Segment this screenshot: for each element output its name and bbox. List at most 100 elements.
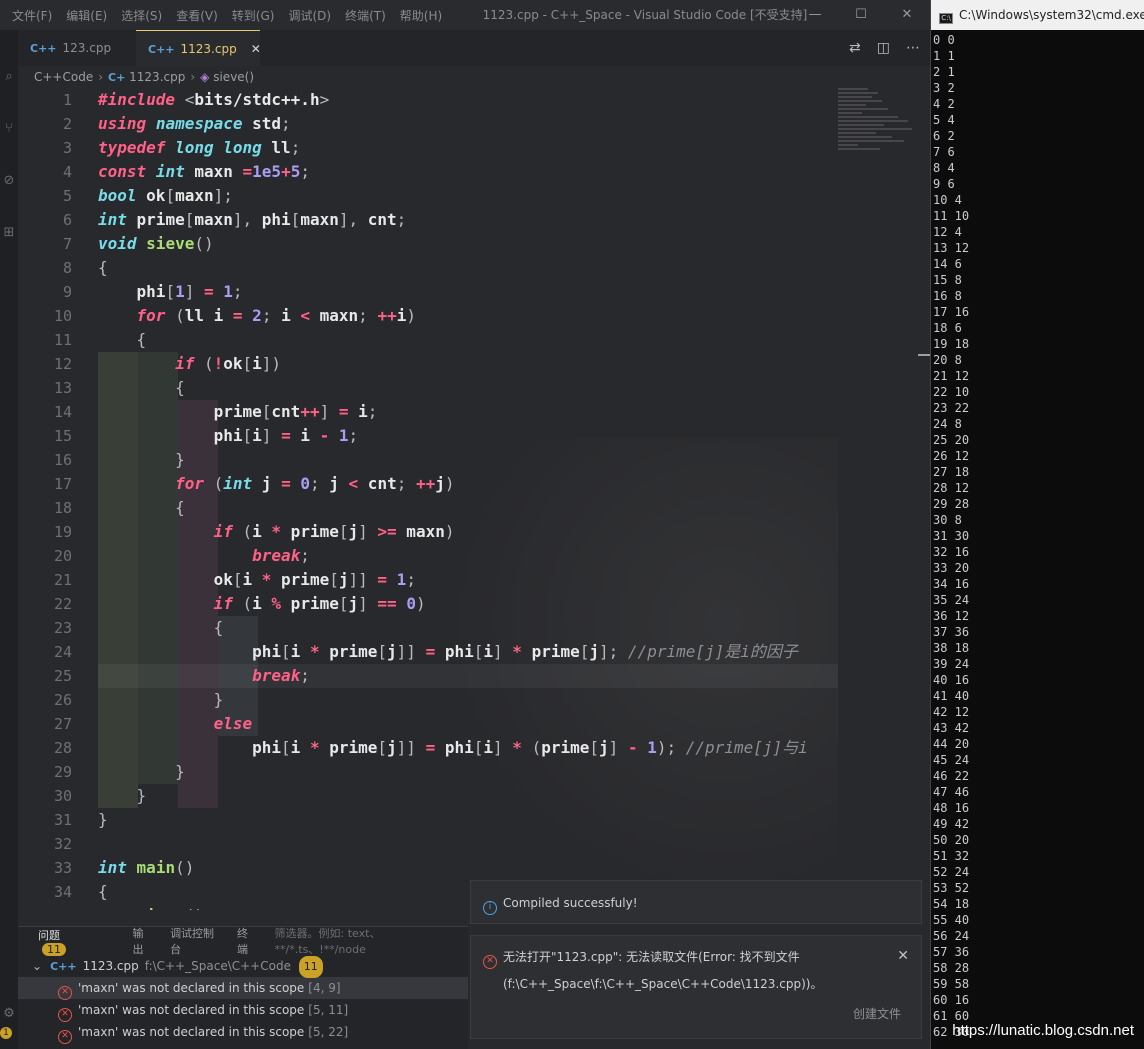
code-line[interactable]: 21 ok[i * prime[j]] = 1;	[18, 568, 838, 592]
menu-file[interactable]: 文件(F)	[12, 7, 52, 24]
tab-close-icon[interactable]: ✕	[251, 42, 261, 56]
cmd-output-line: 53 52	[933, 881, 970, 895]
problems-file-path: f:\C++_Space\C++Code	[144, 959, 291, 973]
menu-bar: 文件(F) 编辑(E) 选择(S) 查看(V) 转到(G) 调试(D) 终端(T…	[12, 0, 456, 30]
problem-item[interactable]: ✕ 'maxn' was not declared in this scope [5…	[18, 1021, 468, 1044]
cmd-output-line: 35 24	[933, 593, 970, 607]
close-icon[interactable]: ✕	[884, 0, 930, 30]
tab-debug-console[interactable]: 调试控制台	[170, 925, 219, 957]
code-line[interactable]: 29 }	[18, 760, 838, 784]
cmd-output-line: 60 16	[933, 993, 970, 1007]
cmd-output[interactable]: 0 0 1 1 2 1 3 2 4 2 5 4 6 2 7 6 8 4 9 6 10 4 11 10 1…	[933, 32, 1143, 1040]
code-line[interactable]: 5 bool ok[maxn];	[18, 184, 838, 208]
code-line[interactable]: 30 }	[18, 784, 838, 808]
problems-filter-input[interactable]: 筛选器。例如: text、**/*.ts、!**/node	[275, 925, 450, 957]
menu-view[interactable]: 查看(V)	[176, 7, 218, 24]
code-text: phi[i] = i - 1;	[98, 426, 359, 445]
code-line[interactable]: 16 }	[18, 448, 838, 472]
code-line[interactable]: 14 prime[cnt++] = i;	[18, 400, 838, 424]
line-number: 11	[53, 331, 72, 349]
code-line[interactable]: 32	[18, 832, 838, 856]
code-line[interactable]: 20 break;	[18, 544, 838, 568]
problem-message: 'maxn' was not declared in this scope	[78, 1025, 305, 1039]
code-line[interactable]: 33 int main()	[18, 856, 838, 880]
code-text: {	[175, 498, 185, 517]
code-line[interactable]: 26 }	[18, 688, 838, 712]
cmd-output-line: 21 12	[933, 369, 970, 383]
settings-gear-icon[interactable]: ⚙	[0, 1005, 18, 1023]
maximize-icon[interactable]: ☐	[838, 0, 884, 30]
more-actions-icon[interactable]: ⋯	[906, 40, 920, 56]
code-line[interactable]: 31}	[18, 808, 838, 832]
create-file-button[interactable]: 创建文件	[853, 1005, 901, 1022]
code-line[interactable]: 2 using namespace std;	[18, 112, 838, 136]
tab-output[interactable]: 输出	[133, 925, 153, 957]
code-line[interactable]: 8{	[18, 256, 838, 280]
tab-123-cpp[interactable]: C++ 123.cpp	[18, 30, 136, 66]
cmd-output-line: 55 40	[933, 913, 970, 927]
code-line[interactable]: 25 break;	[18, 664, 838, 688]
cmd-output-line: 9 6	[933, 177, 955, 191]
code-line[interactable]: 1 #include <bits/stdc++.h>	[18, 88, 838, 112]
source-control-icon[interactable]: ⑂	[0, 120, 18, 138]
code-line[interactable]: 11 {	[18, 328, 838, 352]
line-number: 6	[62, 211, 72, 229]
debug-icon[interactable]: ⊘	[0, 172, 18, 190]
menu-debug[interactable]: 调试(D)	[288, 7, 331, 24]
problem-item[interactable]: ✕ 'maxn' was not declared in this scope [4…	[18, 977, 468, 1000]
menu-help[interactable]: 帮助(H)	[400, 7, 442, 24]
cpp-file-icon: C++	[50, 960, 77, 973]
code-line[interactable]: 22 if (i % prime[j] == 0)	[18, 592, 838, 616]
code-line[interactable]: 4 const int maxn =1e5+5;	[18, 160, 838, 184]
code-line[interactable]: 19 if (i * prime[j] >= maxn)	[18, 520, 838, 544]
line-number: 31	[53, 811, 72, 829]
error-notification[interactable]: ✕ 无法打开"1123.cpp": 无法读取文件(Error: 找不到文件 (f:…	[470, 935, 922, 1039]
code-text: }	[98, 810, 108, 829]
compare-changes-icon[interactable]: ⇄	[849, 40, 861, 56]
code-line[interactable]: 10 for (ll i = 2; i < maxn; ++i)	[18, 304, 838, 328]
code-line[interactable]: 18 {	[18, 496, 838, 520]
problem-item[interactable]: ✕ 'maxn' was not declared in this scope [5…	[18, 999, 468, 1022]
chevron-down-icon[interactable]: ⌄	[32, 959, 42, 973]
code-line[interactable]: 7 void sieve()	[18, 232, 838, 256]
cmd-title-bar: C:\ C:\Windows\system32\cmd.exe	[931, 0, 1144, 30]
code-line[interactable]: 23 {	[18, 616, 838, 640]
tab-problems[interactable]: 问题11	[38, 927, 115, 956]
code-line[interactable]: 24 phi[i * prime[j]] = phi[i] * prime[j]…	[18, 640, 838, 664]
tab-terminal[interactable]: 终端	[237, 925, 257, 957]
line-number: 35	[18, 904, 72, 910]
search-icon[interactable]: ⌕	[0, 68, 18, 86]
compiled-notification[interactable]: i Compiled successfuly!	[470, 880, 922, 924]
editor-scrollbar[interactable]	[918, 88, 930, 910]
minimap[interactable]	[838, 88, 918, 168]
breadcrumb-file[interactable]: 1123.cpp	[129, 70, 185, 84]
code-line[interactable]: 9 phi[1] = 1;	[18, 280, 838, 304]
code-line[interactable]: 12 if (!ok[i])	[18, 352, 838, 376]
code-line[interactable]: 28 phi[i * prime[j]] = phi[i] * (prime[j…	[18, 736, 838, 760]
cmd-output-line: 43 42	[933, 721, 970, 735]
split-editor-icon[interactable]: ◫	[877, 40, 890, 56]
menu-terminal[interactable]: 终端(T)	[345, 7, 386, 24]
activity-bar: ⌕ ⑂ ⊘ ⊞ ⚙ 1	[0, 30, 18, 1049]
code-line[interactable]: 13 {	[18, 376, 838, 400]
breadcrumb-folder[interactable]: C++Code	[34, 70, 93, 84]
code-editor[interactable]: 1 #include <bits/stdc++.h> 2 using namespac…	[18, 88, 838, 910]
code-line[interactable]: 3 typedef long long ll;	[18, 136, 838, 160]
minimize-icon[interactable]: —	[792, 0, 838, 30]
menu-go[interactable]: 转到(G)	[232, 7, 275, 24]
cmd-window: C:\ C:\Windows\system32\cmd.exe 0 0 1 1 2 1…	[930, 0, 1144, 1049]
problems-file-row[interactable]: ⌄ C++ 1123.cpp f:\C++_Space\C++Code 11	[18, 955, 468, 978]
code-line[interactable]: 15 phi[i] = i - 1;	[18, 424, 838, 448]
code-line[interactable]: 27 else	[18, 712, 838, 736]
cmd-output-line: 10 4	[933, 193, 962, 207]
code-line[interactable]: 6 int prime[maxn], phi[maxn], cnt;	[18, 208, 838, 232]
breadcrumb-symbol[interactable]: sieve()	[213, 70, 254, 84]
notification-close-icon[interactable]: ✕	[897, 948, 909, 964]
extensions-icon[interactable]: ⊞	[0, 224, 18, 242]
code-text: typedef long long ll;	[98, 138, 301, 157]
error-icon: ✕	[58, 1008, 72, 1022]
tab-1123-cpp[interactable]: C++ 1123.cpp ✕	[136, 30, 261, 66]
code-line[interactable]: 17 for (int j = 0; j < cnt; ++j)	[18, 472, 838, 496]
menu-selection[interactable]: 选择(S)	[121, 7, 162, 24]
menu-edit[interactable]: 编辑(E)	[66, 7, 107, 24]
